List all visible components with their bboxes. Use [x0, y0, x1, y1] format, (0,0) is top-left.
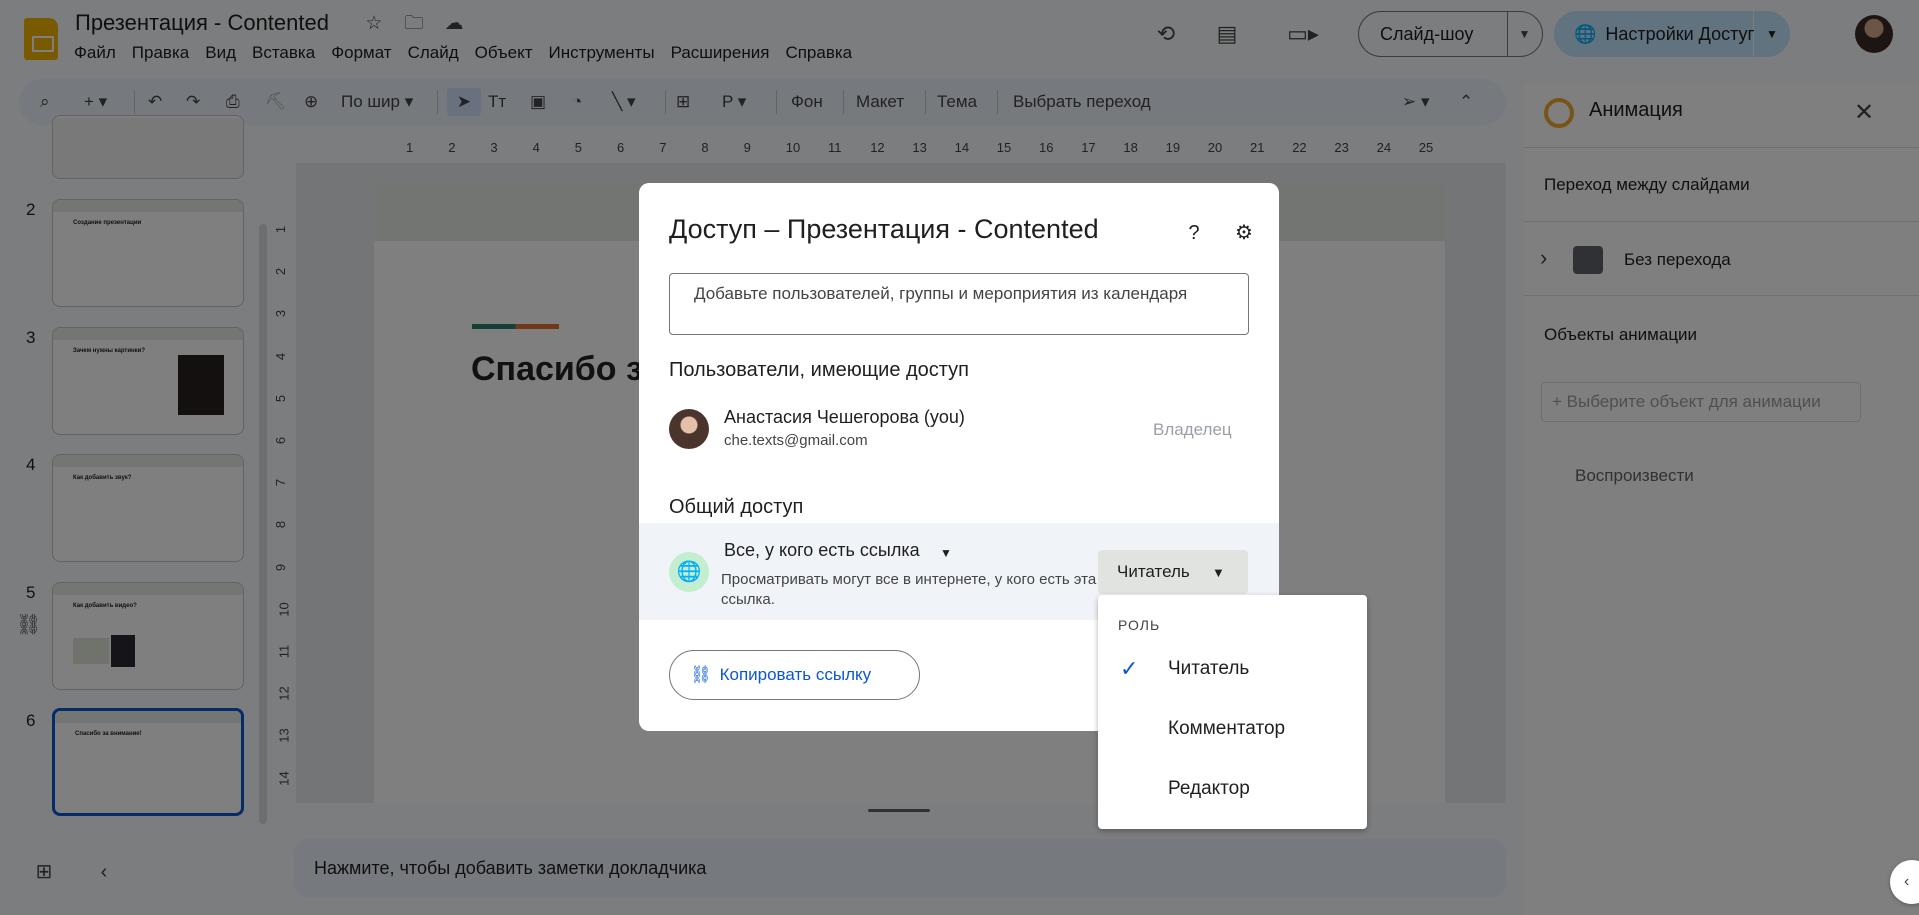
user-email: che.texts@gmail.com: [724, 432, 868, 449]
help-icon[interactable]: ?: [1179, 218, 1209, 248]
copy-link-button[interactable]: ⛓ Копировать ссылку: [669, 650, 920, 700]
people-with-access-header: Пользователи, имеющие доступ: [669, 359, 970, 381]
role-option-commenter[interactable]: Комментатор: [1168, 718, 1285, 740]
copy-link-label: Копировать ссылку: [719, 665, 872, 684]
settings-icon[interactable]: ⚙: [1229, 218, 1259, 248]
owner-role: Владелец: [1153, 420, 1232, 439]
link-access-select[interactable]: Все, у кого есть ссылка: [724, 540, 920, 561]
link-access-description: Просматривать могут все в интернете, у к…: [721, 571, 1097, 608]
check-icon: ✓: [1120, 656, 1139, 681]
globe-icon: 🌐: [669, 552, 709, 592]
role-menu-header: РОЛЬ: [1118, 617, 1161, 633]
user-name: Анастасия Чешегорова (you): [724, 407, 965, 427]
role-option-viewer[interactable]: Читатель: [1168, 658, 1249, 680]
role-select[interactable]: Читатель: [1098, 550, 1248, 594]
link-icon: ⛓: [690, 665, 712, 684]
caret-down-icon[interactable]: ▼: [1212, 565, 1225, 580]
general-access-header: Общий доступ: [669, 496, 804, 518]
add-people-input[interactable]: Добавьте пользователей, группы и меропри…: [669, 273, 1249, 335]
user-avatar: [669, 409, 709, 449]
caret-down-icon[interactable]: ▼: [940, 546, 952, 560]
dialog-title: Доступ – Презентация - Contented: [669, 214, 1099, 244]
role-option-editor[interactable]: Редактор: [1168, 778, 1250, 800]
